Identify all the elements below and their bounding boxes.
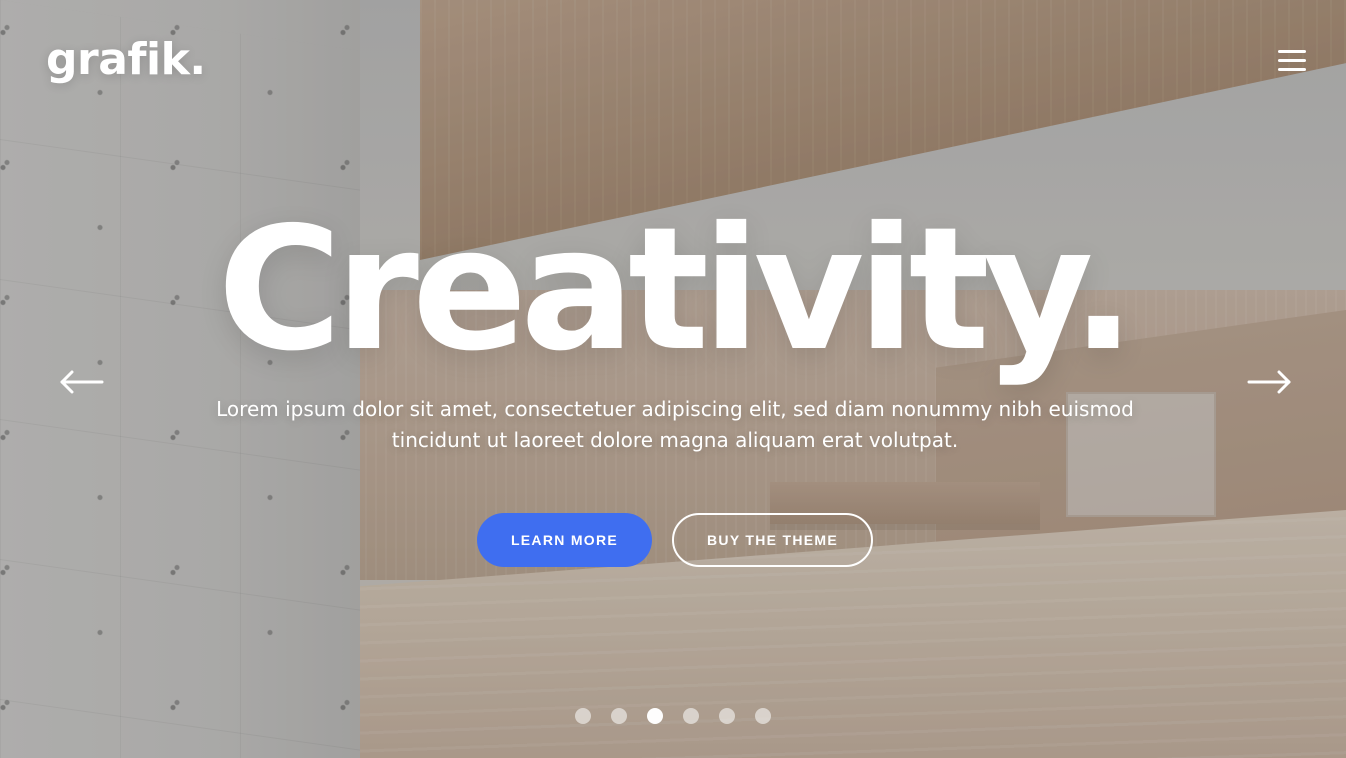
carousel-dot[interactable] xyxy=(647,708,663,724)
hero-title: Creativity. xyxy=(217,191,1135,389)
hamburger-menu-icon[interactable] xyxy=(1278,50,1306,72)
carousel-dot[interactable] xyxy=(575,708,591,724)
logo[interactable]: grafik. xyxy=(46,38,206,82)
buy-theme-button[interactable]: BUY THE THEME xyxy=(672,513,873,567)
carousel-dot[interactable] xyxy=(611,708,627,724)
hero-subtitle: Lorem ipsum dolor sit amet, consectetuer… xyxy=(216,397,1134,452)
learn-more-button[interactable]: LEARN MORE xyxy=(477,513,652,567)
hamburger-line xyxy=(1278,68,1306,71)
carousel-dot[interactable] xyxy=(683,708,699,724)
hamburger-line xyxy=(1278,50,1306,53)
hamburger-line xyxy=(1278,59,1306,62)
carousel-pagination xyxy=(0,708,1346,724)
carousel-dot[interactable] xyxy=(755,708,771,724)
carousel-dot[interactable] xyxy=(719,708,735,724)
